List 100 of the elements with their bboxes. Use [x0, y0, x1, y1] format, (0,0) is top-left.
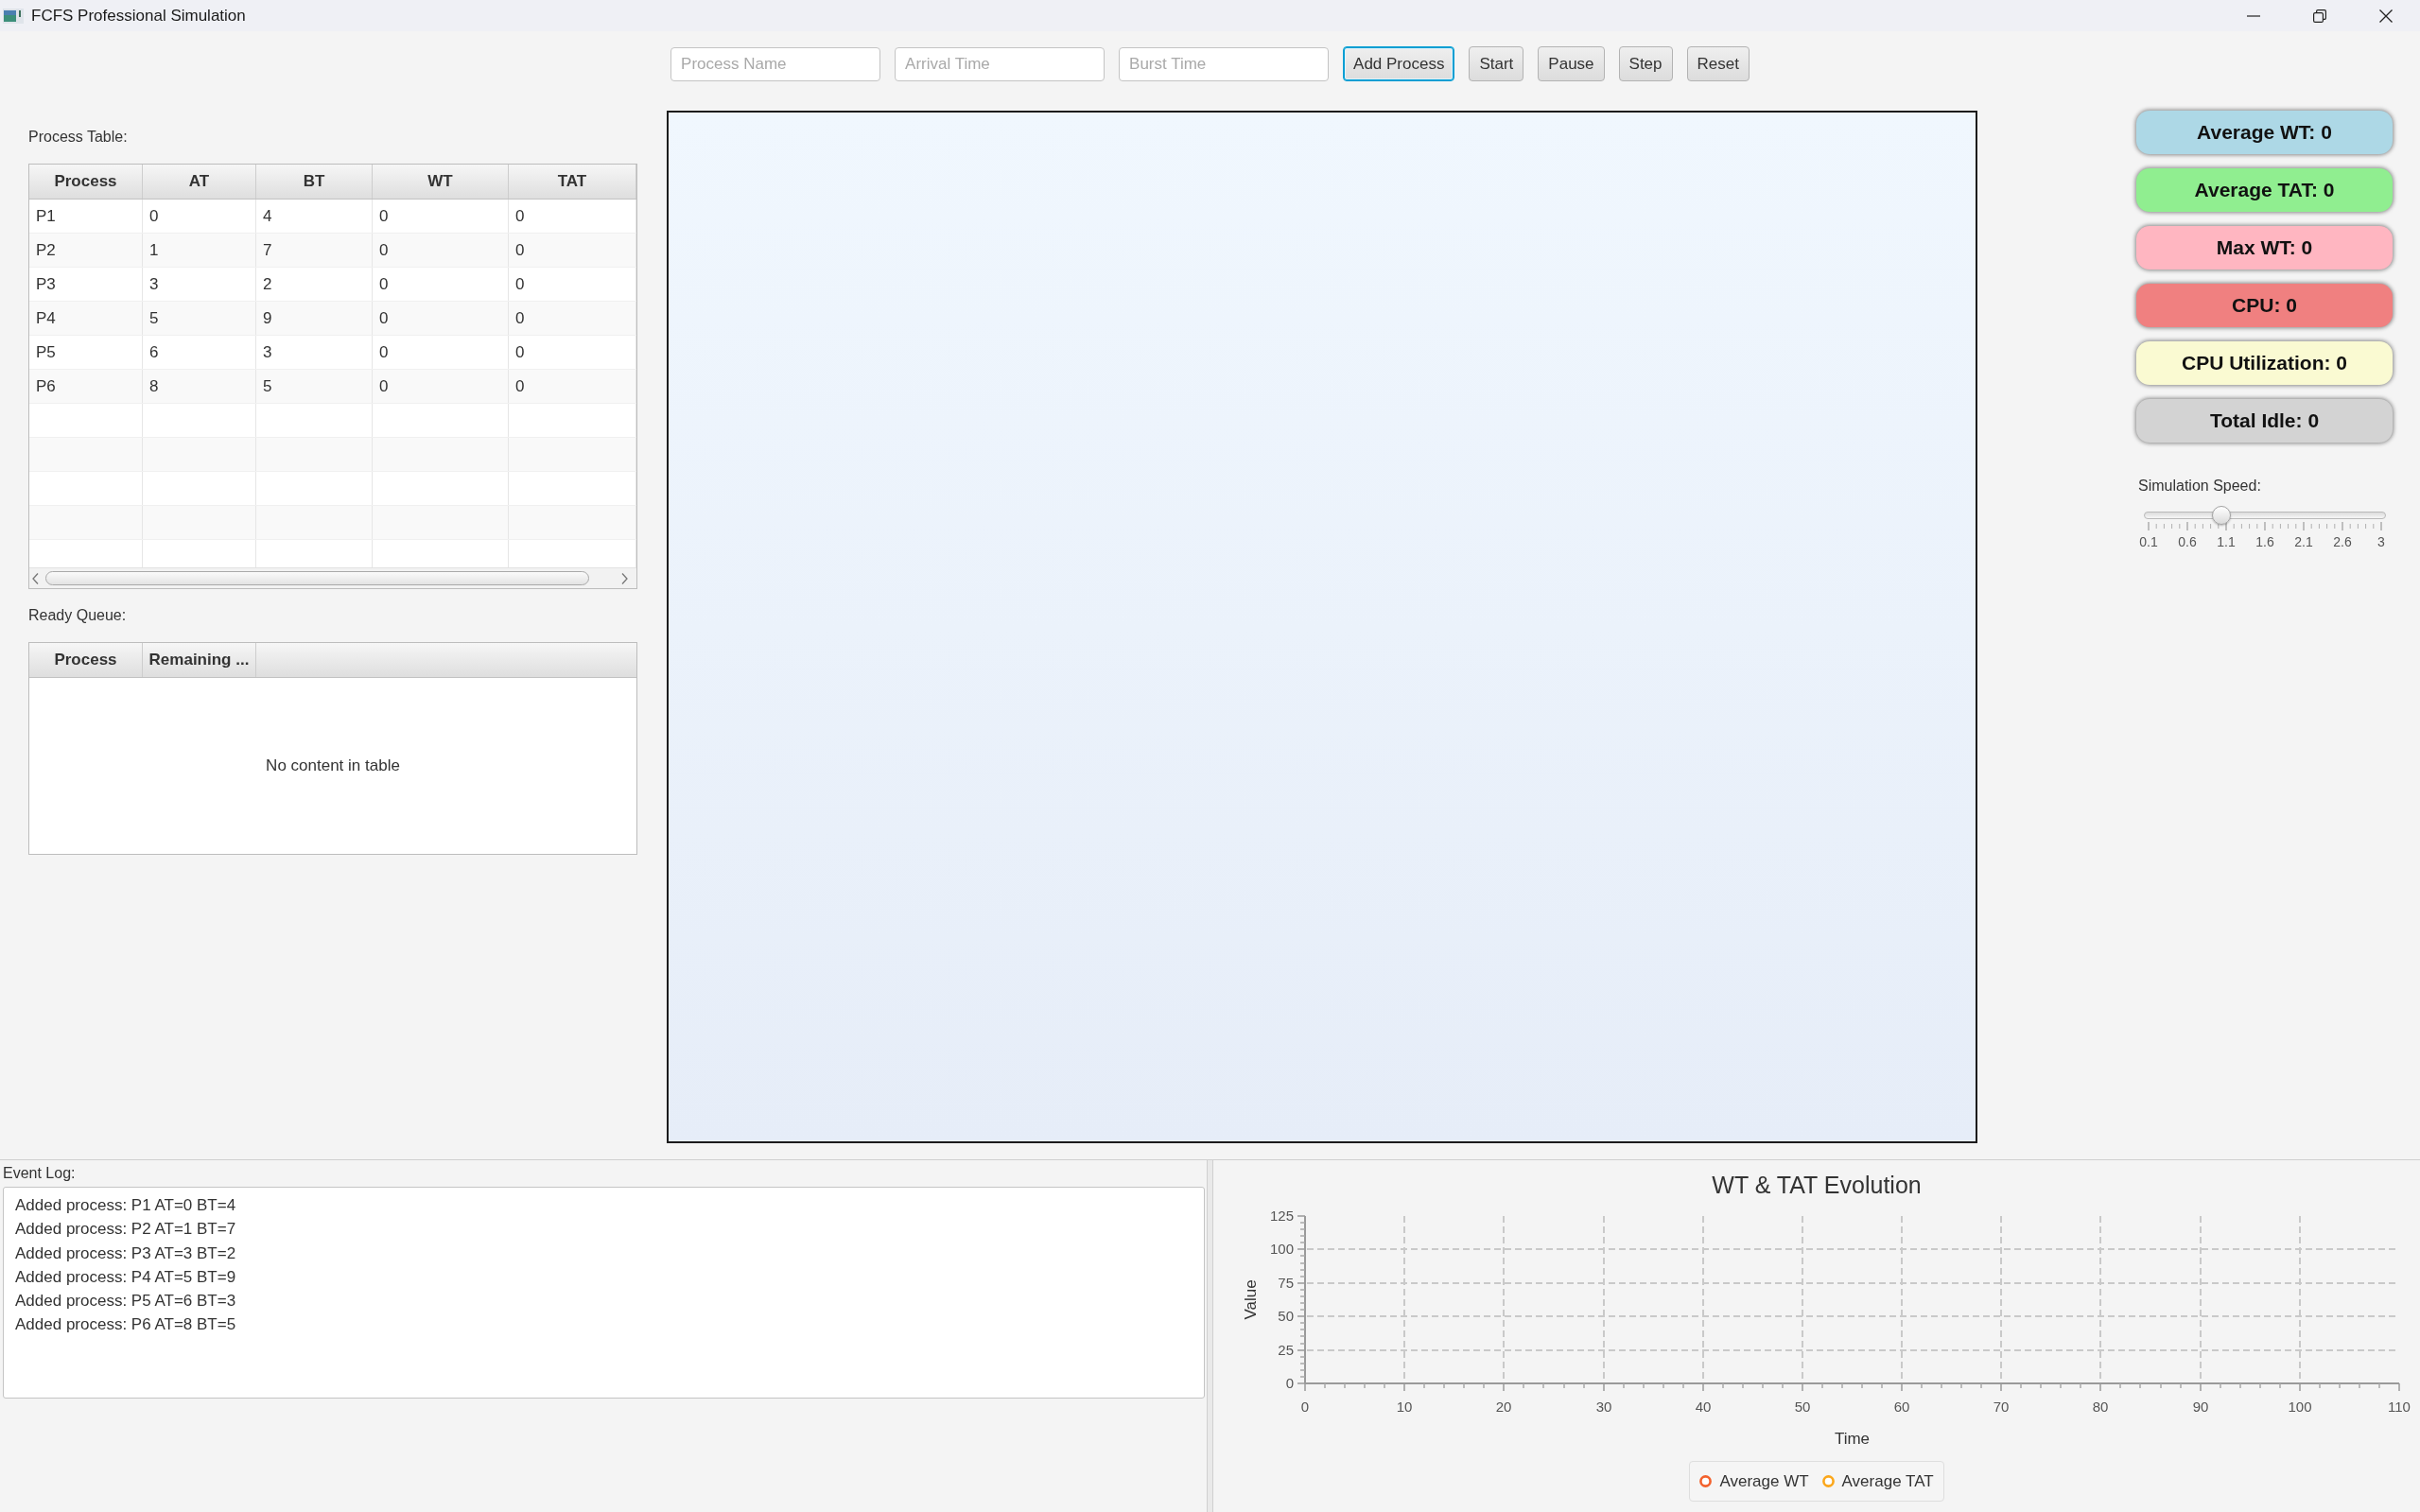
column-header[interactable]: Process [29, 165, 143, 199]
table-cell: 8 [143, 370, 256, 403]
axis-title: Value [1242, 1279, 1260, 1320]
log-entry: Added process: P6 AT=8 BT=5 [15, 1314, 236, 1336]
minimize-icon[interactable] [2247, 14, 2260, 17]
table-cell: 3 [143, 268, 256, 301]
restore-icon[interactable] [2313, 9, 2326, 23]
table-cell: 6 [143, 336, 256, 369]
metric-pill: Average WT: 0 [2136, 111, 2393, 154]
tick-label: 0 [1285, 1375, 1294, 1391]
toolbar-button[interactable]: Reset [1686, 46, 1750, 81]
table-cell: 2 [256, 268, 373, 301]
tick-label: 40 [1695, 1399, 1712, 1415]
metric-pill: Total Idle: 0 [2136, 399, 2393, 443]
log-entry: Added process: P5 AT=6 BT=3 [15, 1291, 236, 1312]
table-row[interactable]: P1 0 4 0 0 [29, 200, 636, 234]
tick-label: 100 [1269, 1241, 1294, 1257]
slider-thumb[interactable] [2211, 506, 2231, 525]
tick-label: 1.1 [2217, 534, 2236, 549]
table-cell: 0 [373, 302, 509, 335]
table-row[interactable]: P4 5 9 0 0 [29, 302, 636, 336]
table-cell: 0 [509, 200, 636, 233]
table-cell: P6 [29, 370, 143, 403]
table-row[interactable]: P6 8 5 0 0 [29, 370, 636, 404]
table-cell: 0 [373, 336, 509, 369]
column-header[interactable]: AT [143, 165, 256, 199]
tick-label: 1.6 [2255, 534, 2274, 549]
scrollbar-thumb[interactable] [45, 571, 589, 585]
tick-label: 80 [2092, 1399, 2109, 1415]
section-label: Ready Queue: [28, 606, 127, 625]
tick-label: 70 [1993, 1399, 2010, 1415]
tick-label: 75 [1278, 1275, 1294, 1291]
tick-label: 90 [2192, 1399, 2209, 1415]
column-header[interactable]: TAT [509, 165, 636, 199]
column-header[interactable]: WT [373, 165, 509, 199]
chevron-right-icon[interactable] [621, 572, 628, 584]
input-field[interactable]: Burst Time [1119, 46, 1330, 81]
table-cell: 9 [256, 302, 373, 335]
tick-label: 0 [1300, 1399, 1310, 1415]
tick-label: 50 [1278, 1308, 1294, 1324]
toolbar-button[interactable]: Start [1469, 46, 1524, 81]
table-row[interactable]: P3 3 2 0 0 [29, 268, 636, 302]
column-header[interactable]: BT [256, 165, 373, 199]
empty-table-message: No content in table [266, 756, 400, 777]
table-cell: P4 [29, 302, 143, 335]
metric-pill: CPU: 0 [2136, 284, 2393, 327]
tick-label: 100 [2288, 1399, 2312, 1415]
tick-label: 25 [1278, 1342, 1294, 1358]
log-entry: Added process: P3 AT=3 BT=2 [15, 1243, 236, 1264]
table-cell: 4 [256, 200, 373, 233]
tick-label: 0.1 [2139, 534, 2158, 549]
metric-pill: Max WT: 0 [2136, 226, 2393, 269]
log-entry: Added process: P4 AT=5 BT=9 [15, 1266, 236, 1288]
table-cell: 0 [509, 370, 636, 403]
toolbar-button[interactable]: Add Process [1343, 46, 1455, 81]
table-cell: 0 [509, 336, 636, 369]
legend-label: Average WT [1719, 1470, 1809, 1492]
tick-label: 125 [1269, 1208, 1294, 1224]
window-title: FCFS Professional Simulation [31, 5, 246, 26]
table-cell: 0 [373, 200, 509, 233]
metric-pill: CPU Utilization: 0 [2136, 341, 2393, 385]
toolbar-button[interactable]: Step [1618, 46, 1673, 81]
tick-label: 10 [1396, 1399, 1413, 1415]
table-cell: 0 [373, 268, 509, 301]
axis-title: Time [1834, 1430, 1871, 1448]
table-cell: 0 [509, 302, 636, 335]
section-label: Event Log: [3, 1164, 76, 1183]
table-cell: 5 [256, 370, 373, 403]
table-cell: 1 [143, 234, 256, 267]
toolbar-button[interactable]: Pause [1538, 46, 1605, 81]
horizontal-scrollbar[interactable] [29, 567, 636, 588]
input-field[interactable]: Process Name [670, 46, 881, 81]
table-cell: 0 [143, 200, 256, 233]
chevron-left-icon[interactable] [32, 572, 39, 584]
slider-label: Simulation Speed: [2138, 477, 2261, 495]
log-entry: Added process: P1 AT=0 BT=4 [15, 1195, 236, 1216]
column-header[interactable]: Remaining ... [143, 643, 256, 677]
tick-label: 2.6 [2333, 534, 2352, 549]
section-label: Process Table: [28, 128, 128, 147]
table-cell: P5 [29, 336, 143, 369]
app-icon [3, 8, 24, 24]
table-cell: P3 [29, 268, 143, 301]
table-cell: 7 [256, 234, 373, 267]
log-entry: Added process: P2 AT=1 BT=7 [15, 1219, 236, 1241]
table-cell: 0 [509, 268, 636, 301]
tick-label: 0.6 [2178, 534, 2197, 549]
legend-label: Average TAT [1841, 1470, 1934, 1492]
column-header[interactable]: Process [29, 643, 143, 677]
table-cell: 0 [509, 234, 636, 267]
input-field[interactable]: Arrival Time [895, 46, 1106, 81]
tick-label: 20 [1495, 1399, 1512, 1415]
table-row[interactable]: P2 1 7 0 0 [29, 234, 636, 268]
tick-label: 2.1 [2294, 534, 2313, 549]
table-cell: 0 [373, 234, 509, 267]
tick-label: 3 [2377, 534, 2385, 549]
event-log-area[interactable]: Added process: P1 AT=0 BT=4 Added process: P2 AT=1 BT=7 Added process: P3 AT=3 BT=2 Added process: P4 AT=5 BT=9 Added process: P5 AT=6 BT=3 Added process: P6 AT=8 BT=5 [3, 1187, 1205, 1399]
table-row[interactable]: P5 6 3 0 0 [29, 336, 636, 370]
close-icon[interactable] [2379, 9, 2393, 23]
table-cell: 0 [373, 370, 509, 403]
metric-pill: Average TAT: 0 [2136, 168, 2393, 212]
